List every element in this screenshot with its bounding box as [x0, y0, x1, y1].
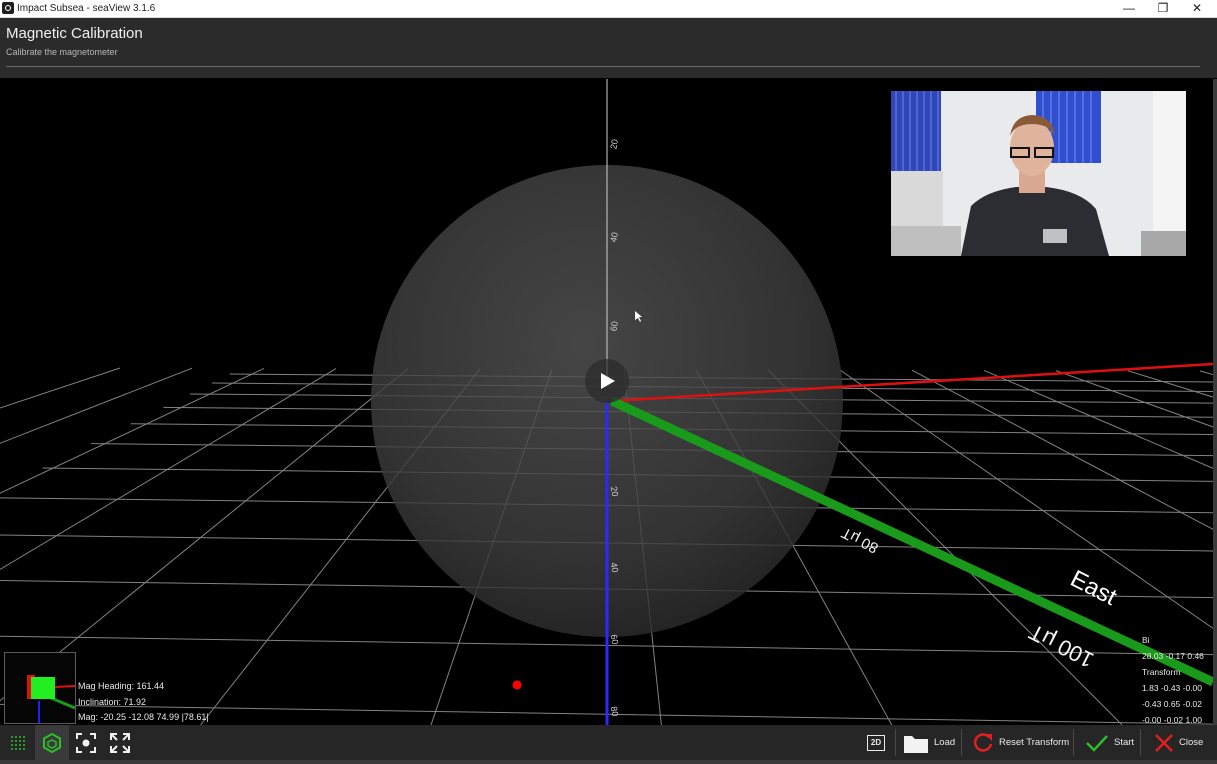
svg-text:20: 20 — [609, 486, 621, 498]
start-button[interactable]: Start — [1085, 725, 1134, 760]
reset-transform-button[interactable]: Reset Transform — [972, 725, 1069, 760]
check-icon — [1086, 734, 1108, 752]
load-button[interactable]: Load — [903, 725, 955, 760]
svg-text:60: 60 — [609, 634, 621, 646]
transform-label: Transform — [1142, 667, 1181, 677]
svg-text:80: 80 — [609, 706, 621, 718]
transform-row: -0.43 0.65 -0.02 — [1142, 699, 1203, 709]
window-title: Impact Subsea - seaView 3.1.6 — [17, 3, 156, 14]
sample-point — [512, 680, 522, 690]
cube-icon[interactable] — [35, 725, 69, 760]
transform-row: 1.83 -0.43 -0.00 — [1142, 683, 1203, 693]
transform-row: -0.00 -0.02 1.00 — [1142, 715, 1203, 725]
presenter-video-frame — [891, 91, 1186, 256]
folder-icon — [904, 735, 928, 753]
start-label: Start — [1114, 737, 1135, 748]
minimize-button[interactable]: — — [1112, 0, 1146, 17]
bias-label: Bi — [1142, 635, 1150, 645]
inclination-text: Inclination: 71.92 — [78, 696, 147, 707]
svg-text:40: 40 — [608, 231, 620, 243]
orientation-gizmo[interactable] — [4, 652, 76, 724]
focus-icon[interactable] — [69, 725, 103, 760]
close-label: Close — [1179, 737, 1204, 748]
reset-icon — [973, 732, 993, 752]
grid-icon[interactable] — [1, 725, 35, 760]
toolbar-divider — [895, 729, 896, 756]
view-2d-button[interactable]: 2D — [859, 725, 893, 760]
svg-text:60: 60 — [608, 320, 620, 332]
close-button[interactable]: Close — [1154, 725, 1203, 760]
calibration-transform-readout: Bi 28.03 -0.17 0.46 Transform 1.83 -0.43… — [1142, 632, 1204, 725]
bias-values: 28.03 -0.17 0.46 — [1142, 651, 1204, 661]
toolbar-divider — [1140, 729, 1141, 756]
close-icon — [1155, 733, 1173, 752]
header-divider — [6, 66, 1200, 67]
close-window-button[interactable]: ✕ — [1180, 0, 1214, 17]
mag-heading-text: Mag Heading: 161.44 — [78, 681, 165, 691]
page-subtitle: Calibrate the magnetometer — [6, 47, 118, 57]
expand-icon[interactable] — [103, 725, 137, 760]
view-2d-label: 2D — [867, 734, 885, 751]
calibration-3d-viewport[interactable]: 20 40 60 20 40 60 80 80 μT 100 μT East M… — [0, 79, 1213, 725]
page-title: Magnetic Calibration — [6, 25, 143, 42]
svg-text:40: 40 — [609, 562, 621, 574]
orientation-cube — [27, 675, 76, 723]
load-label: Load — [934, 737, 956, 748]
reset-transform-label: Reset Transform — [999, 737, 1070, 748]
east-axis-label: East — [1066, 565, 1121, 611]
window-bottom-border — [0, 760, 1217, 764]
toolbar-divider — [961, 729, 962, 756]
bottom-toolbar: 2D Load Reset Transform Start Close — [0, 725, 1217, 760]
maximize-button[interactable]: ❐ — [1146, 0, 1180, 17]
presenter-video-inset — [891, 91, 1186, 256]
viewport-border — [1213, 79, 1217, 725]
app-logo-icon — [2, 2, 14, 14]
svg-text:20: 20 — [608, 138, 620, 150]
page-header: Magnetic Calibration Calibrate the magne… — [0, 18, 1217, 78]
window-titlebar: Impact Subsea - seaView 3.1.6 — ❐ ✕ — [0, 0, 1217, 18]
toolbar-divider — [1073, 729, 1074, 756]
magnetometer-readout: Mag Heading: 161.44 Inclination: 71.92 M… — [78, 679, 209, 725]
mag-vector-text: Mag: -20.25 -12.08 74.99 |78.61| — [78, 712, 209, 722]
